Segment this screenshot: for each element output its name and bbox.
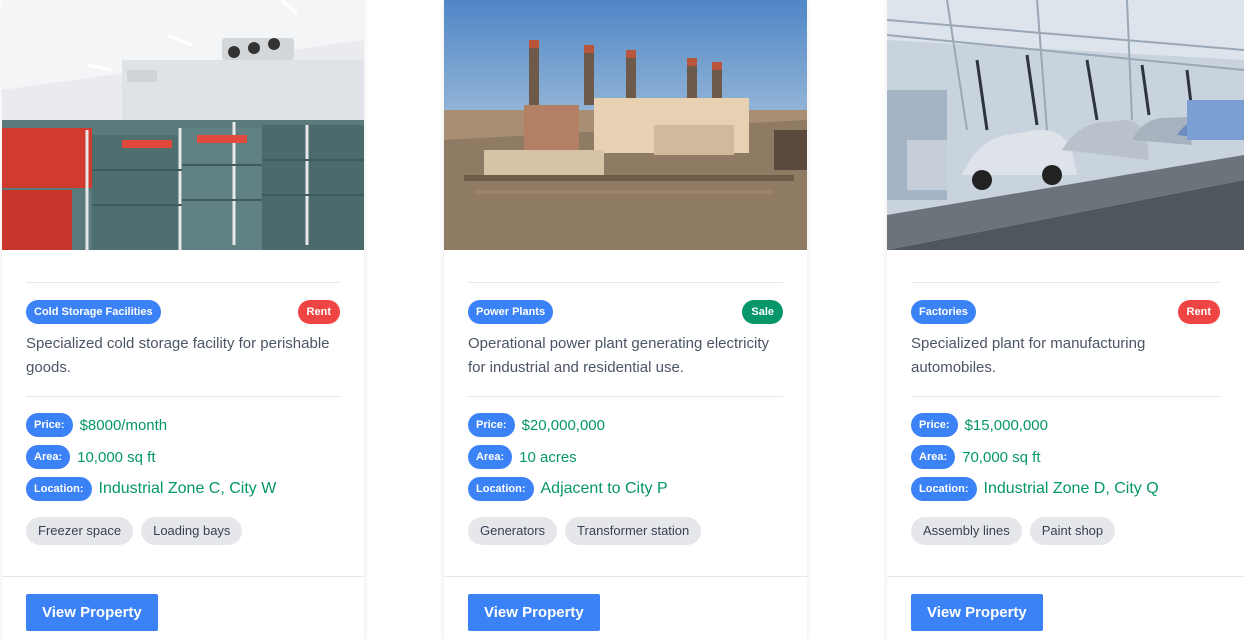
location-value: Industrial Zone D, City Q (983, 480, 1159, 497)
view-property-button[interactable]: View Property (911, 594, 1043, 631)
area-value: 70,000 sq ft (962, 448, 1041, 466)
divider (911, 396, 1220, 397)
property-card: Power Plants Sale Operational power plan… (444, 0, 807, 641)
area-label: Area: (468, 445, 513, 469)
location-value: Adjacent to City P (540, 480, 668, 497)
price-label: Price: (26, 413, 73, 437)
property-photo-factory (887, 0, 1244, 250)
category-badge[interactable]: Cold Storage Facilities (26, 300, 161, 324)
price-label: Price: (911, 413, 958, 437)
area-label: Area: (26, 445, 71, 469)
property-card: Factories Rent Specialized plant for man… (887, 0, 1244, 641)
property-description: Specialized cold storage facility for pe… (26, 335, 330, 376)
category-badge[interactable]: Factories (911, 300, 976, 324)
feature-tag: Loading bays (141, 517, 243, 545)
divider (468, 282, 783, 283)
property-description: Specialized plant for manufacturing auto… (911, 335, 1146, 376)
price-value: $20,000,000 (521, 416, 605, 434)
location-value: Industrial Zone C, City W (98, 480, 277, 497)
divider (911, 282, 1220, 283)
divider (468, 396, 783, 397)
area-value: 10,000 sq ft (77, 448, 156, 466)
feature-tag: Freezer space (26, 517, 134, 545)
footer-divider (2, 576, 364, 577)
feature-tag: Generators (468, 517, 558, 545)
view-property-button[interactable]: View Property (468, 594, 600, 631)
footer-divider (887, 576, 1244, 577)
location-label: Location: (26, 477, 92, 501)
property-description: Operational power plant generating elect… (468, 335, 770, 376)
divider (26, 282, 340, 283)
property-card: Cold Storage Facilities Rent Specialized… (2, 0, 364, 641)
rent-badge: Rent (297, 300, 340, 324)
location-label: Location: (468, 477, 534, 501)
property-photo-power-plant (444, 0, 807, 250)
price-value: $8000/month (79, 416, 168, 434)
category-badge[interactable]: Power Plants (468, 300, 554, 324)
footer-divider (444, 576, 807, 577)
area-value: 10 acres (519, 448, 577, 466)
divider (26, 396, 340, 397)
sale-badge: Sale (742, 300, 783, 324)
area-label: Area: (911, 445, 956, 469)
location-label: Location: (911, 477, 977, 501)
property-photo-cold-storage (2, 0, 364, 250)
rent-badge: Rent (1177, 300, 1220, 324)
price-value: $15,000,000 (964, 416, 1048, 434)
feature-tag: Assembly lines (911, 517, 1022, 545)
feature-tag: Transformer station (565, 517, 702, 545)
feature-tag: Paint shop (1029, 517, 1116, 545)
price-label: Price: (468, 413, 515, 437)
view-property-button[interactable]: View Property (26, 594, 158, 631)
